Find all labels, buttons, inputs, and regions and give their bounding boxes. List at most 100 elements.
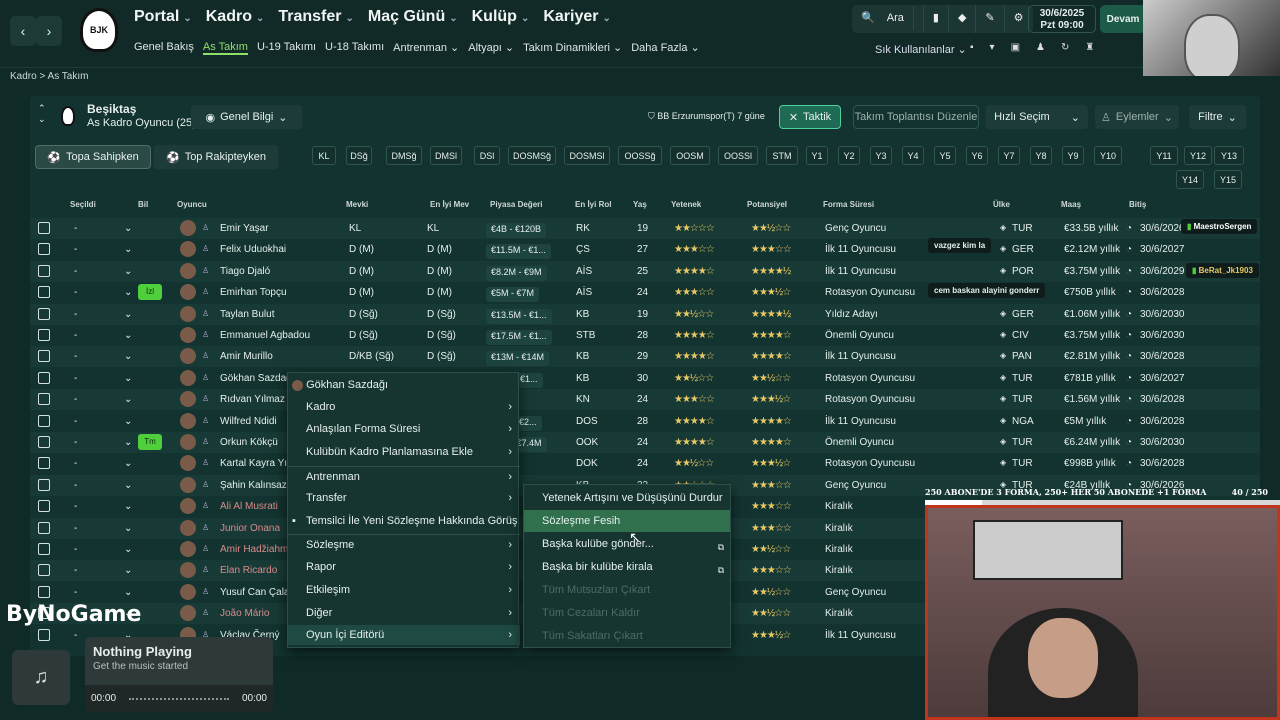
pencil-icon[interactable]: ✎ (976, 5, 1005, 33)
cell-name[interactable]: Tiago Djaló (220, 266, 270, 277)
chevron-down-icon[interactable]: ⌄ (124, 351, 132, 362)
context-item-4[interactable]: Transfer › (288, 488, 520, 508)
position-filter-y10[interactable]: Y10 (1094, 146, 1122, 165)
tab-in-possession[interactable]: ⚽ Topa Sahipken (35, 145, 151, 169)
context-item-5[interactable]: ▪ Temsilci İle Yeni Sözleşme Hakkında Gör… (288, 511, 520, 531)
subnav-u19[interactable]: U-19 Takımı (257, 41, 316, 55)
actions-dropdown[interactable]: ♙ Eylemler ⌄ (1095, 105, 1179, 129)
context-item-8[interactable]: Etkileşim › (288, 580, 520, 600)
chevron-down-icon[interactable]: ⌄ (124, 480, 132, 491)
position-filter-y2[interactable]: Y2 (838, 146, 860, 165)
bag-icon[interactable]: ▣ (1011, 42, 1020, 53)
subnav-daha-fazla[interactable]: Daha Fazla ⌄ (631, 41, 700, 55)
tab-out-of-possession[interactable]: ⚽ Top Rakipteyken (154, 145, 278, 169)
row-checkbox[interactable] (38, 329, 50, 341)
row-checkbox[interactable] (38, 478, 50, 491)
subnav-genel-bakis[interactable]: Genel Bakış (134, 41, 194, 55)
nav-transfer[interactable]: Transfer ⌄ (278, 8, 354, 26)
cell-name[interactable]: Amir Hadžiahme (220, 544, 294, 555)
selected-dropdown[interactable]: - (74, 309, 77, 320)
position-filter-y15[interactable]: Y15 (1214, 170, 1242, 189)
row-checkbox[interactable] (38, 222, 50, 234)
chevron-down-icon[interactable]: ⌄ (124, 373, 132, 384)
position-filter-dosmsğ[interactable]: DOSMSğ (508, 146, 556, 165)
table-row[interactable]: -⌄♙2.5M - €2...Wilfred NdidiDOS28★★★★☆★★… (30, 411, 1260, 432)
selected-dropdown[interactable]: - (74, 266, 77, 277)
position-filter-kl[interactable]: KL (312, 146, 336, 165)
selected-dropdown[interactable]: - (74, 501, 77, 512)
col-age[interactable]: Yaş (633, 200, 647, 209)
submenu-item-0[interactable]: Yetenek Artışını ve Düşüşünü Durdur (524, 487, 730, 509)
row-checkbox[interactable] (38, 564, 50, 577)
clipboard-icon[interactable]: ▮ (924, 5, 949, 33)
selected-dropdown[interactable]: - (74, 394, 77, 405)
filter-dropdown[interactable]: Filtre ⌄ (1189, 105, 1246, 129)
position-filter-y5[interactable]: Y5 (934, 146, 956, 165)
cell-name[interactable]: Emmanuel Agbadou (220, 330, 310, 341)
chevron-down-icon[interactable]: ⌄ (124, 458, 132, 469)
context-item-2[interactable]: Kulübün Kadro Planlamasına Ekle › (288, 442, 520, 462)
chevron-down-icon[interactable]: ⌄ (124, 287, 132, 298)
shortcuts-dropdown[interactable]: Sık Kullanılanlar ⌄ (875, 43, 967, 56)
table-row[interactable]: - ⌄ ♙ €4B - €120B Emir Yaşar KL KL RK 19 ★★☆☆☆ ★★½… (30, 218, 1260, 239)
col-position[interactable]: Mevki (346, 200, 368, 209)
nav-mac-gunu[interactable]: Maç Günü ⌄ (368, 8, 458, 26)
people-icon[interactable]: ♟ (1036, 42, 1045, 53)
cell-name[interactable]: Amir Murillo (220, 351, 273, 362)
selected-dropdown[interactable]: - (74, 630, 77, 641)
selected-dropdown[interactable]: - (74, 416, 77, 427)
col-best-role[interactable]: En İyi Rol (575, 200, 611, 209)
position-filter-oossl[interactable]: OOSSl (718, 146, 758, 165)
context-item-6[interactable]: Sözleşme › (288, 534, 520, 554)
context-item-9[interactable]: Diğer › (288, 603, 520, 623)
forward-arrow-icon[interactable]: › (36, 16, 62, 46)
quick-select-dropdown[interactable]: Hızlı Seçim ⌄ (986, 105, 1088, 129)
row-checkbox[interactable] (38, 500, 50, 513)
row-checkbox[interactable] (38, 264, 50, 277)
row-checkbox[interactable] (38, 585, 50, 598)
col-wage[interactable]: Maaş (1061, 200, 1081, 209)
table-row[interactable]: - ⌄ ♙ Rıdvan Yılmaz KN 24 ★★★☆☆ ★★★½☆ Rotasyon O… (30, 389, 1260, 411)
selected-dropdown[interactable]: - (74, 223, 77, 234)
chevron-down-icon[interactable]: ⌄ (124, 244, 132, 255)
chevron-down-icon[interactable]: ⌄ (124, 394, 132, 405)
row-checkbox[interactable] (38, 543, 50, 555)
table-row[interactable]: -⌄Tm♙€7M - €7.4MOrkun KökçüOOK24★★★★☆★★★… (30, 432, 1260, 453)
row-checkbox[interactable] (38, 628, 50, 641)
position-filter-y12[interactable]: Y12 (1184, 146, 1212, 165)
col-potential[interactable]: Potansiyel (747, 200, 787, 209)
context-item-10[interactable]: Oyun İçi Editörü › (288, 625, 520, 645)
chevron-down-icon[interactable]: ⌄ (124, 223, 132, 234)
table-row[interactable]: - ⌄ ♙ €11.5M - €1... Felix Uduokhai D (M) D (M… (30, 239, 1260, 260)
back-arrow-icon[interactable]: ‹ (10, 16, 36, 46)
subnav-altyapi[interactable]: Altyapı ⌄ (468, 41, 514, 55)
context-item-3[interactable]: Antrenman › (288, 466, 520, 486)
cell-name[interactable]: Gökhan Sazdağı (220, 373, 295, 384)
cell-name[interactable]: Ali Al Musrati (220, 501, 278, 512)
selected-dropdown[interactable]: - (74, 373, 77, 384)
table-row[interactable]: -⌄♙900B - €1...Gökhan SazdağıKB30★★½☆☆★★… (30, 368, 1260, 389)
view-dropdown[interactable]: ◉ Genel Bilgi ⌄ (191, 105, 302, 129)
position-filter-y3[interactable]: Y3 (870, 146, 892, 165)
selected-dropdown[interactable]: - (74, 587, 77, 598)
selected-dropdown[interactable]: - (74, 458, 77, 469)
chevron-down-icon[interactable]: ⌄ (124, 544, 132, 555)
table-row[interactable]: -⌄♙€3...Kartal Kayra YılmDOK24★★½☆☆★★★½☆… (30, 453, 1260, 474)
chevron-down-icon[interactable]: ⌄ (124, 330, 132, 341)
row-checkbox[interactable] (38, 414, 50, 427)
submenu-item-3[interactable]: Başka bir kulübe kirala ⧉ (524, 556, 730, 578)
cell-name[interactable]: Kartal Kayra Yılm (220, 458, 298, 469)
chevron-down-icon[interactable]: ⌄ (124, 587, 132, 598)
position-filter-dsl[interactable]: DSl (474, 146, 500, 165)
trophy-icon[interactable]: ♜ (1085, 42, 1094, 53)
position-filter-dmsl[interactable]: DMSl (430, 146, 462, 165)
row-checkbox[interactable] (38, 521, 50, 534)
team-meeting-button[interactable]: Takım Toplantısı Düzenle (853, 105, 979, 129)
col-player[interactable]: Oyuncu (177, 200, 207, 209)
row-checkbox[interactable] (38, 371, 50, 384)
row-checkbox[interactable] (38, 350, 50, 363)
context-item-0[interactable]: Kadro › (288, 397, 520, 417)
cell-name[interactable]: Emir Yaşar (220, 223, 269, 234)
position-filter-oossğ[interactable]: OOSSğ (618, 146, 662, 165)
selected-dropdown[interactable]: - (74, 437, 77, 448)
